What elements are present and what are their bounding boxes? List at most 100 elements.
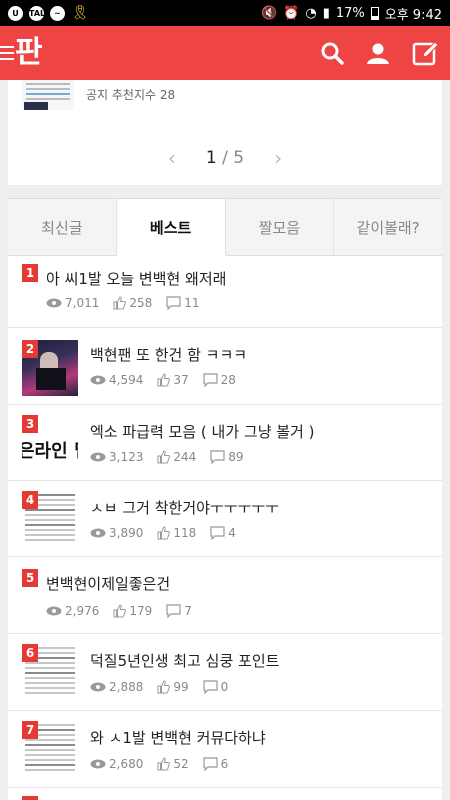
like-count: 244 [157, 450, 196, 464]
next-page-button[interactable]: › [274, 146, 282, 170]
rank-badge: 7 [22, 721, 38, 739]
prev-page-button[interactable]: ‹ [168, 146, 176, 170]
view-count: 3,123 [90, 450, 143, 464]
eye-icon [90, 759, 106, 769]
comment-icon [166, 604, 181, 618]
thumbs-up-icon [113, 296, 127, 310]
alarm-icon: ⏰ [283, 5, 300, 21]
eye-icon [46, 298, 62, 308]
post-stats: 4,594 37 28 [90, 373, 250, 387]
post-title: 덕질5년인생 최고 심쿵 포인트 [90, 652, 280, 670]
page-separator: / [222, 148, 228, 168]
rank-badge: 6 [22, 644, 38, 662]
write-icon[interactable] [412, 39, 440, 67]
comment-icon [210, 450, 225, 464]
thumbs-up-icon [113, 604, 127, 618]
post-title: 아 씨1발 오늘 변백현 왜저래 [46, 270, 227, 288]
post-stats: 2,888 99 0 [90, 680, 242, 694]
thumbnail-text: 은라인 딥 [22, 441, 78, 462]
eye-icon [90, 682, 106, 692]
menu-logo-button[interactable]: 판 [0, 26, 43, 80]
post-stats: 2,680 52 6 [90, 757, 242, 771]
app-logo: 판 [15, 35, 43, 70]
view-count: 2,888 [90, 680, 143, 694]
app-bar: 판 [0, 26, 450, 80]
like-count: 99 [157, 680, 189, 694]
post-title: 백현팬 또 한건 함 ㅋㅋㅋ [90, 346, 248, 364]
tab-latest[interactable]: 최신글 [8, 199, 117, 255]
list-item[interactable]: 1 아 씨1발 오늘 변백현 왜저래 7,011 258 11 [8, 256, 442, 328]
list-item[interactable]: 5 변백현이제일좋은건 2,976 179 7 [8, 557, 442, 634]
eye-icon [90, 528, 106, 538]
thumbs-up-icon [157, 373, 171, 387]
tab-best[interactable]: 베스트 [116, 199, 226, 256]
rank-badge: 3 [22, 415, 38, 433]
notice-card[interactable]: 공지 추천지수 28 ‹ 1 / 5 › [8, 80, 442, 185]
post-stats: 3,890 118 4 [90, 526, 250, 540]
comment-icon [203, 757, 218, 771]
like-count: 179 [113, 604, 152, 618]
status-right-icons: 🔇 ⏰ ◔ ▮ 17% 오후 9:42 [261, 4, 442, 23]
pagination: ‹ 1 / 5 › [8, 144, 442, 172]
clock: 오후 9:42 [384, 7, 442, 23]
thumbs-up-icon [157, 526, 171, 540]
post-title: 엑소 파급력 모음 ( 내가 그냥 볼거 ) [90, 423, 315, 441]
list-item[interactable]: 4 ㅅㅂ 그거 착한거야ㅜㅜㅜㅜㅜ 3,890 118 4 [8, 481, 442, 557]
like-count: 258 [113, 296, 152, 310]
comment-count: 0 [203, 680, 228, 694]
like-count: 37 [157, 373, 189, 387]
like-count: 118 [157, 526, 196, 540]
thumbs-up-icon [157, 757, 171, 771]
list-item[interactable]: 2 백현팬 또 한건 함 ㅋㅋㅋ 4,594 37 28 [8, 328, 442, 405]
list-item[interactable]: 7 와 ㅅ1발 변백현 커뮤다하냐 2,680 52 6 [8, 711, 442, 788]
comment-count: 11 [166, 296, 200, 310]
comment-count: 7 [166, 604, 192, 618]
view-count: 7,011 [46, 296, 99, 310]
comment-count: 4 [210, 526, 236, 540]
eye-icon [90, 375, 106, 385]
comment-icon [203, 680, 218, 694]
like-count: 52 [157, 757, 189, 771]
wifi-icon: ◔ [305, 5, 317, 21]
search-icon[interactable] [320, 41, 344, 65]
tab-watch-together[interactable]: 같이볼래? [334, 199, 442, 255]
status-bar: U TALK ~ 🎗 🔇 ⏰ ◔ ▮ 17% 오후 9:42 [0, 0, 450, 26]
category-tabs: 최신글 베스트 짤모음 같이볼래? [8, 198, 442, 256]
comment-count: 28 [203, 373, 236, 387]
app-icon: U [8, 5, 23, 21]
total-pages: 5 [233, 148, 245, 168]
menu-icon [0, 46, 14, 60]
thumbs-up-icon [157, 450, 171, 464]
list-item[interactable]: 은라인 딥 3 엑소 파급력 모음 ( 내가 그냥 볼거 ) 3,123 244… [8, 405, 442, 481]
eye-icon [46, 606, 62, 616]
battery-percent: 17% [335, 5, 365, 21]
messenger-icon: ~ [50, 5, 65, 21]
view-count: 4,594 [90, 373, 143, 387]
talk-icon: TALK [29, 5, 51, 21]
battery-icon [370, 6, 379, 20]
mute-icon: 🔇 [260, 5, 278, 21]
view-count: 3,890 [90, 526, 143, 540]
post-list: 1 아 씨1발 오늘 변백현 왜저래 7,011 258 11 2 백현팬 또 … [8, 256, 442, 800]
view-count: 2,976 [46, 604, 99, 618]
rank-badge: 2 [22, 340, 38, 358]
comment-icon [166, 296, 181, 310]
comment-count: 89 [210, 450, 244, 464]
post-title: 변백현이제일좋은건 [46, 575, 171, 593]
rank-badge: 5 [22, 569, 38, 587]
comment-count: 6 [203, 757, 228, 771]
ribbon-icon: 🎗 [71, 5, 89, 21]
status-left-icons: U TALK ~ 🎗 [8, 5, 89, 21]
view-count: 2,680 [90, 757, 143, 771]
post-title: 와 ㅅ1발 변백현 커뮤다하냐 [90, 729, 266, 747]
notice-caption: 공지 추천지수 28 [86, 88, 176, 102]
thumbs-up-icon [157, 680, 171, 694]
profile-icon[interactable] [366, 41, 390, 65]
eye-icon [90, 452, 106, 462]
comment-icon [210, 526, 225, 540]
rank-badge: 1 [22, 264, 38, 282]
signal-icon: ▮ [322, 5, 330, 21]
list-item[interactable]: 6 덕질5년인생 최고 심쿵 포인트 2,888 99 0 [8, 634, 442, 711]
tab-pics[interactable]: 짤모음 [226, 199, 335, 255]
comment-icon [203, 373, 218, 387]
